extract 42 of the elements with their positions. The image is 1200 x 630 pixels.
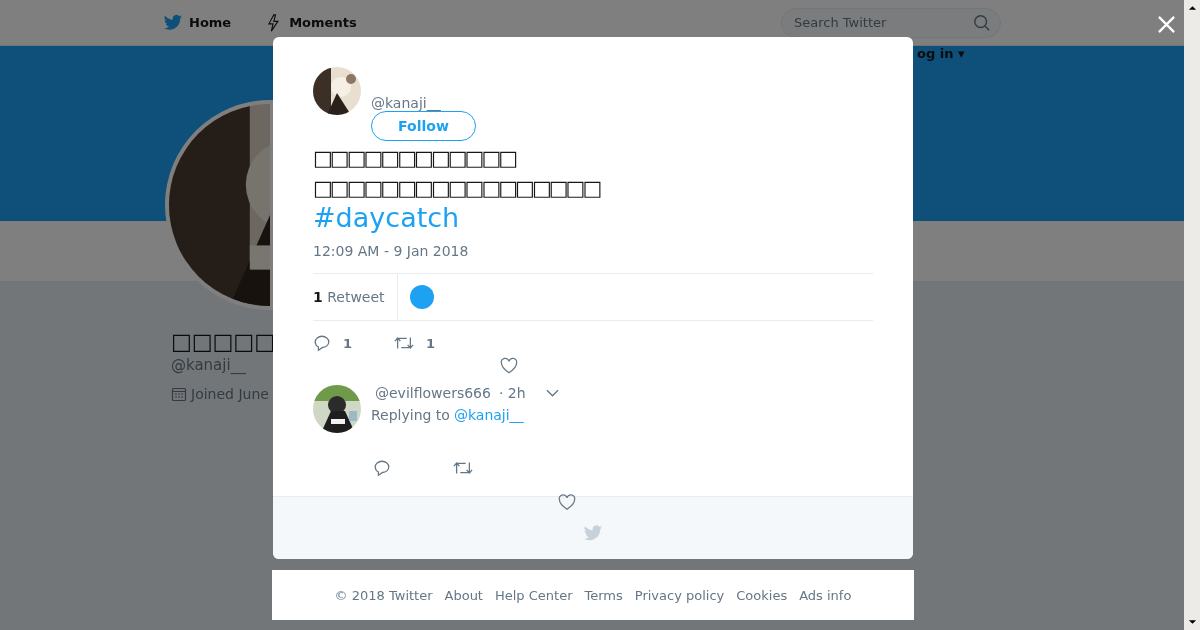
footer-link[interactable]: © 2018 Twitter [334,587,433,603]
join-date: Joined June [191,386,269,402]
retweet-icon[interactable] [453,459,473,477]
tweet-text: □□□□□□□□□□□□ [313,145,516,172]
reply-time: · 2h [498,385,526,401]
footer-link[interactable]: Privacy policy [634,587,725,603]
scroll-up-icon[interactable] [1187,5,1197,11]
tweet-timestamp: 12:09 AM - 9 Jan 2018 [313,243,470,259]
retweet-icon[interactable] [394,334,415,352]
close-icon[interactable] [1157,15,1176,34]
mention-link[interactable]: @kanaji__ [453,407,524,423]
replying-label: Replying to [371,407,450,423]
profile-handle: @kanaji__ [171,356,247,374]
heart-icon[interactable] [500,357,518,375]
reply-author-handle[interactable]: @evilflowers666 [375,385,491,401]
scrollbar[interactable] [1184,0,1200,630]
footer-link[interactable]: Cookies [736,587,788,603]
user-avatar[interactable] [409,285,434,309]
nav-link[interactable]: Home [163,13,232,32]
caret-icon[interactable] [545,389,559,397]
tweet-text: □□□□□□□□□□□□□□□□□ [313,175,600,202]
bird-icon [583,524,603,542]
nav-link[interactable]: Moments [263,13,357,32]
calendar-icon [171,386,187,402]
reply-icon[interactable] [313,334,331,352]
footer-link[interactable]: About [444,587,483,603]
reply-count: 1 [343,335,353,351]
scroll-down-icon[interactable] [1187,619,1197,625]
retweet-count[interactable]: 1 Retweet [313,289,397,305]
footer-link[interactable]: Help Center [494,587,573,603]
search-field[interactable]: Search Twitter [781,7,1001,38]
heart-icon[interactable] [558,494,576,511]
retweet-count: 1 [426,335,436,351]
reply-icon[interactable] [373,459,391,477]
follow-button[interactable]: Follow [371,111,476,141]
footer-link[interactable]: Ads info [799,587,852,603]
search-icon [973,13,991,32]
hashtag-link[interactable]: #daycatch [313,203,873,233]
author-handle[interactable]: @kanaji__ [371,95,441,111]
profile-name: □□□□□ [171,329,275,354]
footer-link[interactable]: Terms [584,587,623,603]
bird-icon [163,13,183,32]
